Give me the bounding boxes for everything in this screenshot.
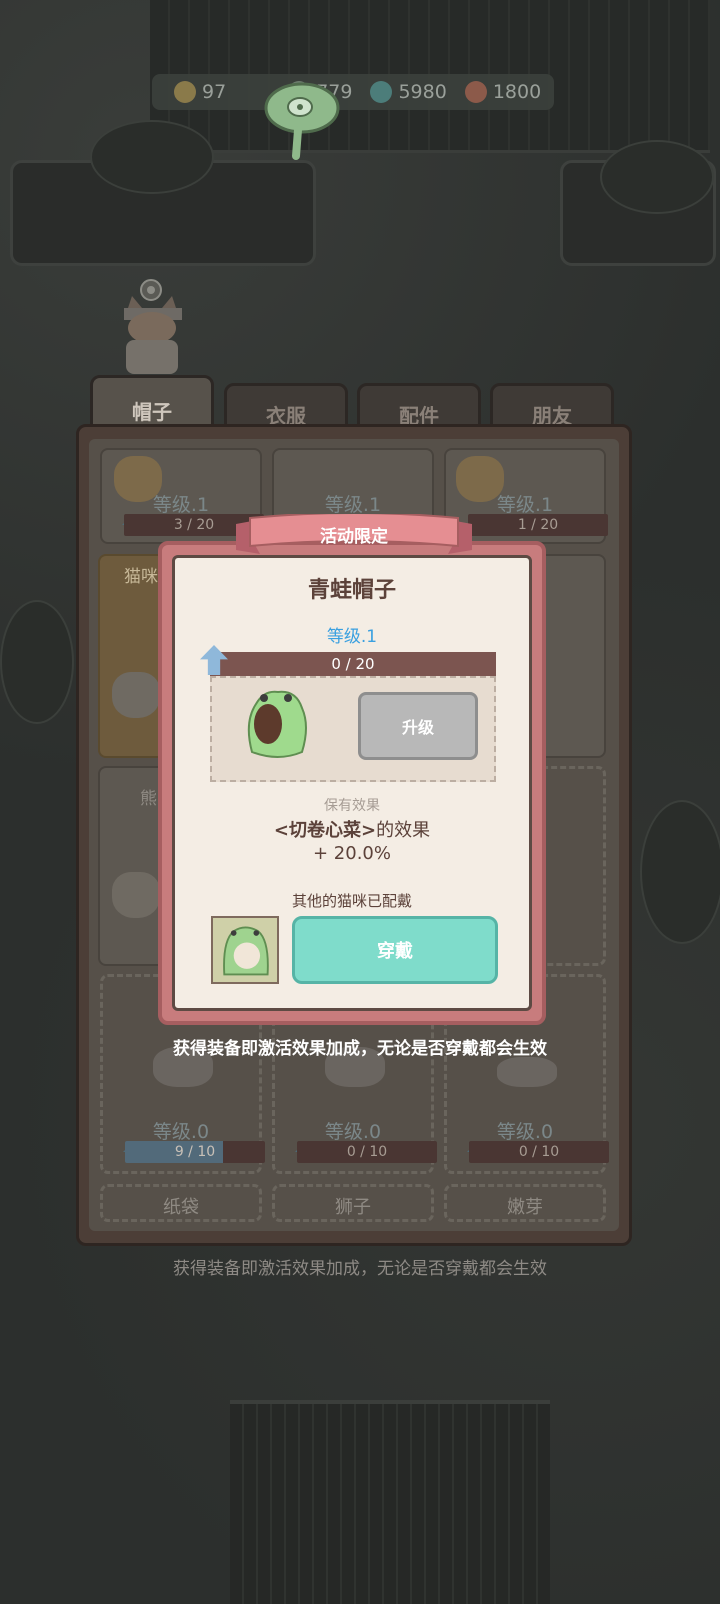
owned-effect-label: 保有效果 — [324, 798, 380, 814]
currency-bar: 97 779 5980 1800 — [152, 74, 554, 110]
event-limited-label: 活动限定 — [320, 527, 388, 547]
background-bush — [640, 800, 720, 944]
background-bush — [0, 600, 74, 724]
hat-title: 青蛙帽子 — [307, 578, 396, 603]
gem-icon — [370, 81, 393, 103]
hat-name-slot: 狮子 — [272, 1184, 434, 1222]
hat-level: 等级.1 — [152, 494, 210, 516]
hat-progress: 0 / 10 — [469, 1141, 609, 1163]
upgrade-progress-bar: 0 / 20 — [210, 652, 496, 676]
effect-value: + 20.0% — [313, 843, 391, 864]
hat-name: 熊 — [140, 789, 157, 809]
wear-button[interactable]: 穿戴 — [292, 916, 498, 984]
frog-hat-icon — [247, 690, 307, 758]
hat-level: 等级.1 — [324, 494, 382, 516]
hat-progress: 0 / 10 — [297, 1141, 437, 1163]
equipped-by-other-label: 其他的猫咪已配戴 — [291, 892, 412, 910]
cat-avatar[interactable] — [118, 278, 188, 378]
hat-name-slot: 纸袋 — [100, 1184, 262, 1222]
hat-name: 狮子 — [335, 1197, 371, 1218]
hat-name-slot: 嫩芽 — [444, 1184, 606, 1222]
wearing-cat-thumbnail — [211, 916, 279, 984]
fish-icon — [464, 81, 487, 103]
hat-level: 等级.1 — [326, 627, 378, 647]
lotus-leaf-icon — [264, 82, 340, 160]
upgrade-button[interactable]: 升级 — [358, 692, 478, 760]
hat-level: 等级.1 — [496, 494, 554, 516]
currency-gem[interactable]: 5980 — [370, 81, 447, 103]
cat-icon — [112, 872, 160, 918]
hat-level: 等级.0 — [496, 1121, 554, 1143]
background-bush — [90, 120, 214, 194]
hat-name: 嫩芽 — [507, 1197, 543, 1218]
background-gate-roof — [230, 1400, 550, 1604]
cat-icon — [112, 672, 160, 718]
effect-description: <切卷心菜>的效果 — [158, 816, 546, 842]
effect-suffix: 的效果 — [376, 820, 431, 841]
gold-coin-icon — [174, 81, 196, 103]
modal-equipment-note: 获得装备即激活效果加成，无论是否穿戴都会生效 — [173, 1039, 547, 1059]
hat-level: 等级.0 — [324, 1121, 382, 1143]
hat-progress: 1 / 20 — [468, 514, 608, 536]
currency-gold[interactable]: 97 — [174, 81, 226, 103]
hat-level: 等级.0 — [152, 1121, 210, 1143]
sprout-hat-silhouette — [497, 1057, 557, 1087]
currency-fish[interactable]: 1800 — [464, 81, 541, 103]
hat-name: 猫咪 — [124, 567, 158, 587]
hat-progress: 9 / 10 — [125, 1141, 265, 1163]
effect-target: <切卷心菜> — [273, 820, 377, 841]
background-bush — [600, 140, 714, 214]
equipment-note: 获得装备即激活效果加成，无论是否穿戴都会生效 — [173, 1259, 547, 1279]
hat-name: 纸袋 — [163, 1197, 199, 1218]
